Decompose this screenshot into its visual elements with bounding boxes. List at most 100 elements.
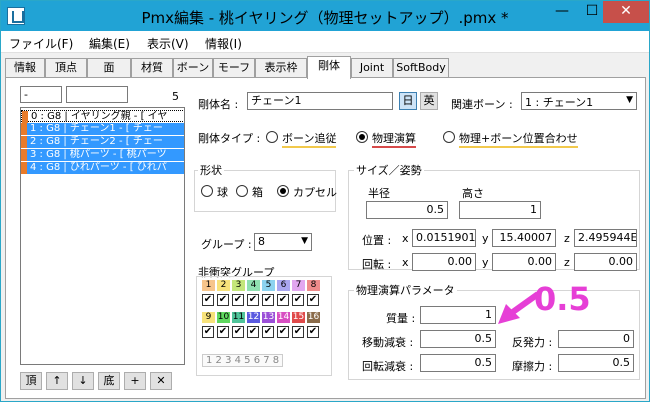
menu-edit[interactable]: 編集(E): [89, 35, 130, 52]
height-input[interactable]: 1: [459, 201, 541, 219]
nc-cell: 4: [247, 280, 260, 291]
nc-checkbox[interactable]: ✔: [232, 294, 244, 306]
radius-label: 半径: [368, 187, 390, 200]
nc-cell: 5: [262, 280, 275, 291]
nc-cell: 11: [232, 312, 245, 323]
nc-checkbox[interactable]: ✔: [262, 294, 274, 306]
move-damping-label: 移動減衰 :: [362, 336, 414, 349]
add-button[interactable]: +: [124, 372, 146, 390]
rot-y-input[interactable]: 0.00: [492, 253, 556, 271]
nc-checkbox[interactable]: ✔: [277, 326, 289, 338]
rot-damping-input[interactable]: 0.5: [420, 354, 496, 372]
chevron-down-icon: ▼: [301, 236, 308, 246]
tab-morph[interactable]: モーフ: [213, 58, 255, 78]
radius-input[interactable]: 0.5: [366, 201, 448, 219]
title-bar: Pmx編集 - 桃イヤリング（物理セットアップ）.pmx * — ☐ ✕: [1, 1, 649, 31]
move-damping-input[interactable]: 0.5: [420, 330, 496, 348]
name-input[interactable]: チェーン1: [247, 92, 393, 110]
nc-checkbox[interactable]: ✔: [217, 326, 229, 338]
close-button[interactable]: ✕: [603, 1, 649, 23]
nc-checkbox[interactable]: ✔: [292, 326, 304, 338]
chevron-down-icon: ▼: [626, 95, 633, 105]
shape-option-sphere: 球: [217, 186, 228, 199]
group-select[interactable]: 8 ▼: [254, 233, 312, 251]
friction-input[interactable]: 0.5: [558, 354, 634, 372]
pos-z-input[interactable]: 2.495944E-: [574, 229, 637, 247]
list-item[interactable]: 0 : G8 | イヤリング親 - [ イヤ: [21, 110, 184, 123]
pos-y-input[interactable]: 15.40007: [492, 229, 556, 247]
tab-display-frame[interactable]: 表示枠: [255, 58, 307, 78]
rot-x-input[interactable]: 0.00: [412, 253, 476, 271]
jp-toggle-button[interactable]: 日: [399, 92, 417, 110]
rot-x-label: x: [402, 256, 409, 269]
shape-option-capsule: カプセル: [293, 186, 337, 199]
nc-checkbox[interactable]: ✔: [277, 294, 289, 306]
tab-material[interactable]: 材質: [131, 58, 173, 78]
move-top-button[interactable]: 頂: [20, 372, 42, 390]
menu-file[interactable]: ファイル(F): [9, 35, 73, 52]
en-toggle-button[interactable]: 英: [420, 92, 438, 110]
move-up-button[interactable]: ↑: [46, 372, 68, 390]
nc-checkbox[interactable]: ✔: [202, 326, 214, 338]
shape-radio-capsule[interactable]: [277, 185, 289, 197]
nc-checkbox[interactable]: ✔: [202, 294, 214, 306]
list-item[interactable]: 1 : G8 | チェーン1 - [ チェー: [21, 123, 184, 135]
color-mark: [21, 149, 27, 161]
nc-checkbox[interactable]: ✔: [217, 294, 229, 306]
nc-checkbox[interactable]: ✔: [232, 326, 244, 338]
color-mark: [22, 111, 28, 123]
shape-label: 形状: [198, 162, 224, 178]
rigidbody-list[interactable]: 0 : G8 | イヤリング親 - [ イヤ 1 : G8 | チェーン1 - …: [20, 107, 185, 365]
nc-checkbox[interactable]: ✔: [307, 294, 319, 306]
filter-input[interactable]: -: [20, 86, 62, 103]
list-item[interactable]: 4 : G8 | ひれパーツ - [ ひれパ: [21, 162, 184, 174]
color-mark: [21, 162, 27, 174]
type-radio-physics-bone[interactable]: [443, 131, 455, 143]
nc-checkbox[interactable]: ✔: [247, 326, 259, 338]
name-label: 剛体名 :: [198, 98, 239, 111]
menu-view[interactable]: 表示(V): [147, 35, 189, 52]
delete-button[interactable]: ✕: [150, 372, 172, 390]
nc-digits[interactable]: 1 2 3 4 5 6 7 8: [202, 354, 284, 367]
tab-face[interactable]: 面: [87, 58, 131, 78]
mass-input[interactable]: 1: [420, 306, 496, 324]
rot-damping-label: 回転減衰 :: [362, 360, 414, 373]
shape-option-box: 箱: [252, 186, 263, 199]
move-bottom-button[interactable]: 底: [98, 372, 120, 390]
type-radio-physics[interactable]: [356, 131, 368, 143]
nc-checkbox[interactable]: ✔: [247, 294, 259, 306]
pos-x-input[interactable]: 0.01519012: [412, 229, 476, 247]
list-item[interactable]: 2 : G8 | チェーン2 - [ チェー: [21, 136, 184, 148]
tab-info[interactable]: 情報: [5, 58, 45, 78]
color-mark: [21, 123, 27, 135]
nc-checkbox[interactable]: ✔: [307, 326, 319, 338]
menu-info[interactable]: 情報(I): [205, 35, 242, 52]
physics-label: 物理演算パラメータ: [354, 282, 457, 298]
tab-softbody[interactable]: SoftBody: [393, 58, 449, 78]
nc-cell: 10: [217, 312, 230, 323]
move-down-button[interactable]: ↓: [72, 372, 94, 390]
nc-cell: 16: [307, 312, 320, 323]
shape-radio-sphere[interactable]: [201, 185, 213, 197]
bone-label: 関連ボーン :: [451, 98, 513, 111]
nc-cell: 2: [217, 280, 230, 291]
shape-radio-box[interactable]: [236, 185, 248, 197]
restitution-input[interactable]: 0: [558, 330, 634, 348]
app-window: Pmx編集 - 桃イヤリング（物理セットアップ）.pmx * — ☐ ✕ ファイ…: [0, 0, 650, 402]
rot-z-input[interactable]: 0.00: [574, 253, 637, 271]
nc-checkbox[interactable]: ✔: [292, 294, 304, 306]
tab-joint[interactable]: Joint: [351, 58, 393, 78]
group-label: グループ :: [201, 238, 252, 251]
tab-rigidbody[interactable]: 剛体: [307, 56, 351, 79]
nc-cell: 7: [292, 280, 305, 291]
search-input[interactable]: [66, 86, 128, 103]
tab-bone[interactable]: ボーン: [173, 58, 213, 78]
tab-vertex[interactable]: 頂点: [45, 58, 87, 78]
nc-checkbox[interactable]: ✔: [262, 326, 274, 338]
nc-cell: 13: [262, 312, 275, 323]
minimize-button[interactable]: —: [547, 1, 577, 23]
bone-select[interactable]: 1 : チェーン1 ▼: [521, 92, 637, 110]
list-item[interactable]: 3 : G8 | 桃パーツ - [ 桃パーツ: [21, 149, 184, 161]
rot-z-label: z: [564, 256, 570, 269]
type-radio-bone[interactable]: [266, 131, 278, 143]
